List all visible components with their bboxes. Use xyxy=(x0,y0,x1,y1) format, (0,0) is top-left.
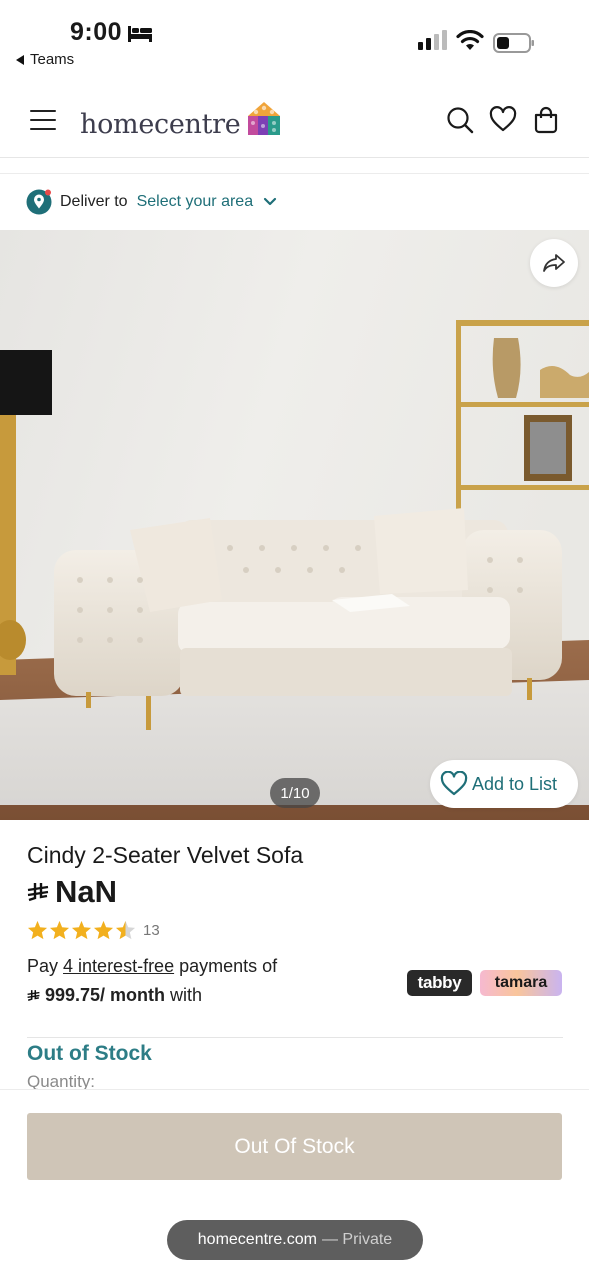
logo-text: homecentre xyxy=(80,109,241,140)
status-bar: 9:00 Teams xyxy=(0,0,589,78)
search-icon[interactable] xyxy=(446,106,474,134)
star-icon xyxy=(49,920,70,940)
homecentre-logo[interactable]: homecentre xyxy=(80,98,282,138)
heart-icon[interactable] xyxy=(489,106,517,134)
rating-count: 13 xyxy=(143,921,160,939)
product-price: NaN xyxy=(27,874,117,910)
back-app-label: Teams xyxy=(30,51,75,68)
hamburger-menu-icon[interactable] xyxy=(30,110,56,130)
product-title: Cindy 2-Seater Velvet Sofa xyxy=(27,842,304,868)
installment-amount: 999.75/ month with xyxy=(27,985,202,1006)
tabby-badge[interactable]: tabby xyxy=(407,970,472,996)
out-of-stock-button[interactable]: Out Of Stock xyxy=(27,1113,562,1180)
gallery-counter: 1/10 xyxy=(270,778,320,808)
installment-prefix: Pay xyxy=(27,956,64,976)
shopping-bag-icon[interactable] xyxy=(532,106,560,134)
back-to-app-link[interactable]: Teams xyxy=(16,51,74,68)
tamara-badge[interactable]: tamara xyxy=(480,970,562,996)
wifi-icon xyxy=(456,30,484,50)
interest-free-link[interactable]: 4 interest-free xyxy=(63,956,174,976)
monthly-suffix: with xyxy=(170,985,203,1005)
half-star-icon xyxy=(115,920,136,940)
product-photo-sofa xyxy=(0,230,589,820)
section-divider xyxy=(27,1037,563,1038)
homecentre-logo-mark-icon xyxy=(248,102,281,135)
browser-url-bar[interactable]: homecentre.com — Private xyxy=(167,1220,423,1260)
star-icon xyxy=(71,920,92,940)
monthly-amount: 999.75/ month xyxy=(45,985,166,1005)
url-domain: homecentre.com xyxy=(197,1231,317,1248)
product-rating[interactable]: 13 xyxy=(27,920,160,940)
back-arrow-icon xyxy=(16,54,24,65)
share-icon xyxy=(543,254,565,272)
saudi-riyal-icon xyxy=(27,990,40,1001)
status-time: 9:00 xyxy=(70,18,123,46)
add-to-list-button[interactable]: Add to List xyxy=(430,760,578,808)
installment-text: Pay 4 interest-free payments of xyxy=(27,956,277,977)
price-value: NaN xyxy=(55,874,118,909)
star-icon xyxy=(93,920,114,940)
installment-suffix: payments of xyxy=(174,956,278,976)
heart-outline-icon xyxy=(440,771,468,796)
bed-icon xyxy=(128,26,152,42)
chevron-down-icon[interactable] xyxy=(263,197,277,207)
product-image-gallery[interactable]: 1/10 Add to List xyxy=(0,230,589,820)
private-mode-label: — Private xyxy=(321,1231,393,1248)
header-divider xyxy=(0,158,589,174)
stock-status: Out of Stock xyxy=(27,1042,152,1065)
saudi-riyal-icon xyxy=(27,883,49,902)
battery-icon xyxy=(493,33,534,53)
share-button[interactable] xyxy=(530,239,578,287)
select-area-link[interactable]: Select your area xyxy=(137,193,254,211)
site-header: homecentre xyxy=(0,78,589,158)
deliver-to-row[interactable]: Deliver to Select your area xyxy=(0,175,589,229)
star-icon xyxy=(27,920,48,940)
cellular-signal-icon xyxy=(418,30,447,50)
location-pin-icon xyxy=(26,189,52,215)
add-to-list-label: Add to List xyxy=(472,773,558,794)
deliver-to-label: Deliver to xyxy=(60,193,128,210)
